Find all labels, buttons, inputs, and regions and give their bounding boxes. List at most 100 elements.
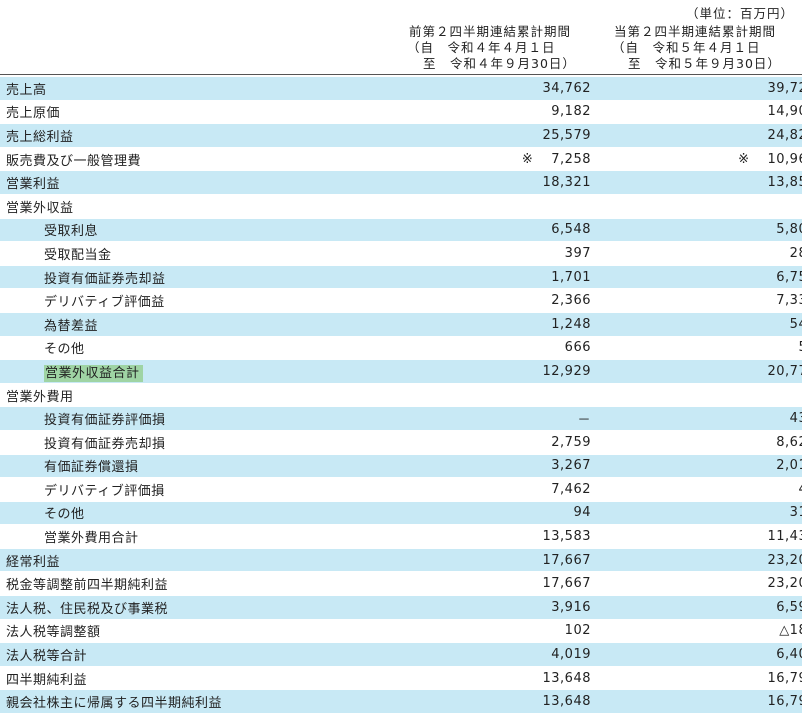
value: 13,855	[768, 175, 802, 190]
value-current-period: 24,820	[599, 124, 802, 148]
value: 311	[790, 505, 802, 520]
table-row: 受取利息 6,548 5,809	[0, 218, 802, 242]
table-row: 経常利益17,66723,201	[0, 548, 802, 572]
table-row: 売上原価 9,18214,902	[0, 100, 802, 124]
row-label: 税金等調整前四半期純利益	[0, 572, 391, 596]
row-label: 受取利息	[0, 218, 391, 242]
column-header: 前第２四半期連結累計期間 （自 令和４年４月１日 至 令和４年９月30日） 当第…	[0, 22, 802, 75]
value: 12,929	[543, 364, 592, 379]
period-to: 至 令和５年９月30日）	[590, 56, 800, 72]
value-prior-period: 1,701	[391, 265, 599, 289]
row-label-text: デリバティブ評価損	[44, 484, 165, 499]
row-label: デリバティブ評価益	[0, 289, 391, 313]
value: 34,762	[543, 81, 592, 96]
row-label-text: 営業外収益	[6, 201, 74, 216]
value: 666	[565, 340, 591, 355]
table-row: 投資有価証券評価損－436	[0, 407, 802, 431]
table-row: 営業利益 18,321 13,855	[0, 171, 802, 195]
table-row: 税金等調整前四半期純利益17,66723,201	[0, 572, 802, 596]
value-prior-period: 102	[391, 619, 599, 643]
table-row: 法人税、住民税及び事業税 3,916 6,591	[0, 596, 802, 620]
row-label: 受取配当金	[0, 242, 391, 266]
row-label: 投資有価証券評価損	[0, 407, 391, 431]
table-row: 営業外収益合計 12,929 20,777	[0, 360, 802, 384]
value: 16,795	[768, 671, 802, 686]
value-current-period: 23,201	[599, 572, 802, 596]
value-prior-period: 13,648	[391, 690, 599, 714]
row-label-text: 営業外費用合計	[44, 531, 139, 546]
value-prior-period: 2,759	[391, 430, 599, 454]
row-label: 営業利益	[0, 171, 391, 195]
income-statement: （単位：百万円） 前第２四半期連結累計期間 （自 令和４年４月１日 至 令和４年…	[0, 0, 802, 692]
value: 16,795	[768, 694, 802, 709]
value: －	[577, 413, 591, 428]
note-mark: ※	[738, 152, 749, 167]
row-label: 営業外収益合計	[0, 360, 391, 384]
row-label-text: 売上原価	[6, 106, 60, 121]
row-label: 投資有価証券売却損	[0, 430, 391, 454]
value-current-period: 311	[599, 501, 802, 525]
value: 5,809	[776, 222, 802, 237]
table-row: 営業外費用合計13,58311,431	[0, 525, 802, 549]
table-row: 投資有価証券売却益1,7016,750	[0, 265, 802, 289]
value: 7,334	[776, 293, 802, 308]
value-current-period: 5,809	[599, 218, 802, 242]
table-row: 営業外費用	[0, 383, 802, 407]
row-label-text: 税金等調整前四半期純利益	[6, 578, 168, 593]
row-label-text: 売上高	[6, 83, 47, 98]
row-label-text: 販売費及び一般管理費	[6, 154, 141, 169]
value-current-period: 39,722	[599, 77, 802, 100]
value-prior-period: 3,916	[391, 596, 599, 620]
value: 4,019	[551, 647, 591, 662]
value: 282	[790, 246, 802, 261]
value-prior-period: 3,267	[391, 454, 599, 478]
row-label-text: 法人税、住民税及び事業税	[6, 602, 168, 617]
value: 2,018	[776, 458, 802, 473]
value-current-period: ※10,964	[599, 147, 802, 171]
value: 6,548	[551, 222, 591, 237]
table-row: その他94311	[0, 501, 802, 525]
row-label: 為替差益	[0, 312, 391, 336]
value: 102	[565, 623, 591, 638]
value: 2,759	[551, 435, 591, 450]
row-label-text: 経常利益	[6, 555, 60, 570]
value: 11,431	[768, 529, 802, 544]
value-current-period: 20,777	[599, 360, 802, 384]
period-header-current: 当第２四半期連結累計期間 （自 令和５年４月１日 至 令和５年９月30日）	[590, 24, 800, 72]
table-row: 親会社株主に帰属する四半期純利益13,64816,795	[0, 690, 802, 714]
value-current-period: 546	[599, 312, 802, 336]
row-label-text: 受取配当金	[44, 248, 112, 263]
statement-table: 売上高34,76239,722売上原価9,18214,902売上総利益25,57…	[0, 77, 802, 714]
value-current-period: 53	[599, 336, 802, 360]
period-from: （自 令和５年４月１日	[590, 40, 800, 56]
value: △185	[779, 623, 802, 638]
period-to: 至 令和４年９月30日）	[385, 56, 595, 72]
value-current-period: 6,405	[599, 643, 802, 667]
period-title: 前第２四半期連結累計期間	[385, 24, 595, 40]
period-title: 当第２四半期連結累計期間	[590, 24, 800, 40]
value-current-period: △185	[599, 619, 802, 643]
row-label: 売上総利益	[0, 124, 391, 148]
row-label-text: 受取利息	[44, 224, 98, 239]
value-current-period: 14,902	[599, 100, 802, 124]
row-label-text: 営業外費用	[6, 390, 74, 405]
value: 3,267	[551, 458, 591, 473]
row-label-text: 営業外収益合計	[44, 365, 143, 382]
row-label: 有価証券償還損	[0, 454, 391, 478]
row-label-text: 有価証券償還損	[44, 460, 139, 475]
value: 6,591	[776, 600, 802, 615]
value-prior-period: 9,182	[391, 100, 599, 124]
value-prior-period: 7,462	[391, 478, 599, 502]
value-current-period: 11,431	[599, 525, 802, 549]
value: 13,648	[543, 694, 592, 709]
value-current-period: 7,334	[599, 289, 802, 313]
row-label-text: 法人税等合計	[6, 649, 87, 664]
row-label: 経常利益	[0, 548, 391, 572]
row-label: 投資有価証券売却益	[0, 265, 391, 289]
value: 13,648	[543, 671, 592, 686]
note-mark: ※	[522, 152, 533, 167]
value: 18,321	[543, 175, 592, 190]
value: 3,916	[551, 600, 591, 615]
value-current-period: 16,795	[599, 690, 802, 714]
row-label-text: 投資有価証券売却損	[44, 437, 166, 452]
